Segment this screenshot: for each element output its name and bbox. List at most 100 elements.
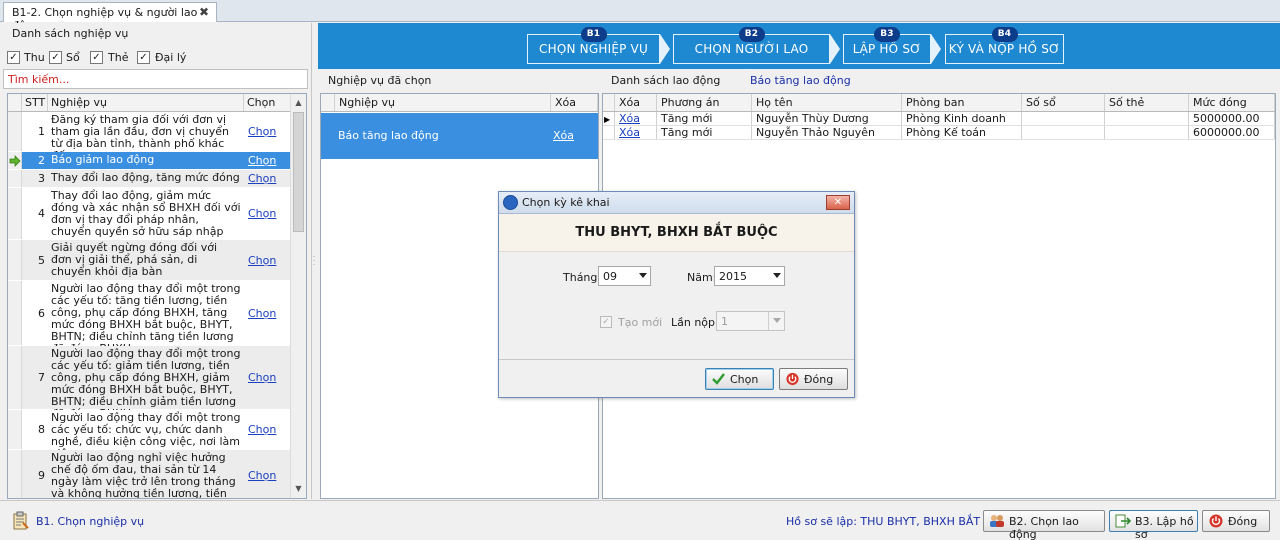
dialog-titlebar[interactable]: Chọn kỳ kê khai ✕ <box>499 192 854 214</box>
b3-lap-ho-so-button[interactable]: B3. Lập hồ sơ <box>1109 510 1198 540</box>
step-b2[interactable]: B2 CHỌN NGƯỜI LAO ĐỘNG <box>673 27 830 84</box>
clipboard-icon <box>13 511 29 530</box>
step-badge: B4 <box>991 27 1018 42</box>
chon-link[interactable]: Chọn <box>244 281 292 345</box>
filter-thu-checkbox[interactable]: ✓ <box>7 51 20 64</box>
column-header-xoa[interactable]: Xóa <box>615 94 657 111</box>
scroll-down-icon[interactable]: ▼ <box>291 482 306 496</box>
row-indicator <box>8 346 22 409</box>
xoa-link[interactable]: Xóa <box>615 112 657 125</box>
chon-ky-ke-khai-dialog: Chọn kỳ kê khai ✕ THU BHYT, BHXH BẮT BUỘ… <box>498 191 855 398</box>
column-header-nghiep-vu[interactable]: Nghiệp vụ <box>48 94 244 111</box>
close-icon[interactable]: ✕ <box>826 195 850 210</box>
year-value: 2015 <box>719 270 747 283</box>
table-row[interactable]: 4 Thay đổi lao động, giảm mức đóng và xá… <box>8 188 292 240</box>
chon-link[interactable]: Chọn <box>244 240 292 280</box>
close-button[interactable]: Đóng <box>1202 510 1270 532</box>
tao-moi-label: Tạo mới <box>618 316 663 329</box>
table-row[interactable]: 6 Người lao động thay đổi một trong các … <box>8 281 292 355</box>
button-label: Đóng <box>804 373 834 386</box>
chon-link[interactable]: Chọn <box>244 188 292 239</box>
cell-ho-ten: Nguyễn Thùy Dương <box>752 112 902 125</box>
table-row[interactable]: 2 Báo giảm lao động Chọn <box>8 152 292 170</box>
row-stt: 9 <box>38 469 45 482</box>
scroll-thumb[interactable] <box>293 112 304 232</box>
year-select[interactable]: 2015 <box>714 266 785 286</box>
column-header-so-so[interactable]: Số sổ <box>1022 94 1105 111</box>
step-arrow-icon <box>660 34 670 64</box>
column-header-nghiep-vu[interactable]: Nghiệp vụ <box>335 94 551 111</box>
row-indicator <box>8 410 22 449</box>
cell-muc-dong: 6000000.00 <box>1189 126 1275 139</box>
cell-so-the <box>1105 126 1189 139</box>
tao-moi-checkbox[interactable]: ✓ <box>600 316 612 328</box>
tab-bar: B1-2. Chọn nghiệp vụ & người lao động ✖ <box>0 0 1280 32</box>
column-header-ho-ten[interactable]: Họ tên <box>752 94 902 111</box>
row-stt: 6 <box>38 306 45 320</box>
vertical-scrollbar[interactable]: ▲ ▼ <box>290 94 306 498</box>
filter-daily-checkbox[interactable]: ✓ <box>137 51 150 64</box>
column-header-xoa[interactable]: Xóa <box>551 94 598 111</box>
table-row[interactable]: 3 Thay đổi lao động, tăng mức đóng Chọn <box>8 170 292 188</box>
month-select[interactable]: 09 <box>598 266 651 286</box>
table-row[interactable]: 9 Người lao động nghỉ việc hưởng chế độ … <box>8 450 292 499</box>
step-arrow-icon <box>931 34 941 64</box>
column-header-muc-dong[interactable]: Mức đóng <box>1189 94 1275 111</box>
close-icon[interactable]: ✖ <box>199 5 209 19</box>
step-b3[interactable]: B3 LẬP HỒ SƠ <box>843 27 931 64</box>
month-value: 09 <box>603 270 617 283</box>
xoa-link[interactable]: Xóa <box>553 129 574 142</box>
lan-nop-label: Lần nộp: <box>671 316 719 329</box>
chon-link[interactable]: Chọn <box>244 450 292 498</box>
table-row[interactable]: 8 Người lao động thay đổi một trong các … <box>8 410 292 460</box>
xoa-link[interactable]: Xóa <box>615 126 657 139</box>
table-row[interactable]: ▶ Xóa Tăng mới Nguyễn Thùy Dương Phòng K… <box>603 112 1275 126</box>
cell-phong-ban: Phòng Kinh doanh <box>902 112 1022 125</box>
filter-so-label: Sổ <box>66 51 80 64</box>
cell-ho-ten: Nguyễn Thảo Nguyên <box>752 126 902 139</box>
chon-link[interactable]: Chọn <box>244 152 292 169</box>
step-bar: B1 CHỌN NGHIỆP VỤ B2 CHỌN NGƯỜI LAO ĐỘNG… <box>318 23 1280 84</box>
column-header-phong-ban[interactable]: Phòng ban <box>902 94 1022 111</box>
chon-link[interactable]: Chọn <box>244 346 292 409</box>
row-nghiep-vu: Người lao động nghỉ việc hưởng chế độ ốm… <box>51 451 236 499</box>
filter-the-checkbox[interactable]: ✓ <box>90 51 103 64</box>
chon-button[interactable]: Chọn <box>705 368 774 390</box>
nghiep-vu-grid: STT Nghiệp vụ Chọn 1 Đăng ký tham gia đố… <box>7 93 307 499</box>
year-label: Năm: <box>687 271 717 284</box>
step-badge: B3 <box>874 27 900 42</box>
column-header-stt[interactable]: STT <box>22 94 48 111</box>
chevron-down-icon <box>773 273 781 278</box>
table-row[interactable]: 1 Đăng ký tham gia đối với đơn vị tham g… <box>8 112 292 162</box>
chon-link[interactable]: Chọn <box>244 410 292 449</box>
table-row[interactable]: Xóa Tăng mới Nguyễn Thảo Nguyên Phòng Kế… <box>603 126 1275 140</box>
b2-chon-lao-dong-button[interactable]: B2. Chọn lao động <box>983 510 1105 540</box>
search-input[interactable]: Tìm kiếm... <box>3 69 308 89</box>
button-label: Chọn <box>730 373 759 386</box>
dong-button[interactable]: Đóng <box>779 368 848 390</box>
row-nghiep-vu: Người lao động thay đổi một trong các yế… <box>51 282 241 355</box>
table-row[interactable]: Báo tăng lao động Xóa <box>321 113 598 159</box>
tab-chon-nghiep-vu[interactable]: B1-2. Chọn nghiệp vụ & người lao động ✖ <box>3 2 217 32</box>
table-row[interactable]: 5 Giải quyết ngừng đóng đối với đơn vị g… <box>8 240 292 281</box>
chon-link[interactable]: Chọn <box>244 170 292 187</box>
column-header-chon[interactable]: Chọn <box>244 94 292 111</box>
column-header-so-the[interactable]: Số thẻ <box>1105 94 1189 111</box>
row-indicator <box>8 152 22 169</box>
chon-link[interactable]: Chọn <box>244 112 292 151</box>
lan-nop-select[interactable]: 1 <box>716 311 785 331</box>
row-indicator <box>8 170 22 187</box>
filter-so-checkbox[interactable]: ✓ <box>49 51 62 64</box>
splitter-handle[interactable]: · · · <box>313 254 317 269</box>
step-b4[interactable]: B4 KÝ VÀ NỘP HỒ SƠ <box>945 27 1064 64</box>
filter-the-label: Thẻ <box>108 51 129 64</box>
current-step-label: B1. Chọn nghiệp vụ <box>36 515 145 528</box>
scroll-up-icon[interactable]: ▲ <box>291 96 306 110</box>
step-label: LẬP HỒ SƠ <box>852 42 922 56</box>
grid-header: Nghiệp vụ Xóa <box>321 94 598 112</box>
row-nghiep-vu: Đăng ký tham gia đối với đơn vị tham gia… <box>51 113 229 162</box>
cell-phuong-an: Tăng mới <box>657 112 752 125</box>
step-b1[interactable]: B1 CHỌN NGHIỆP VỤ <box>527 27 660 64</box>
column-header-phuong-an[interactable]: Phương án <box>657 94 752 111</box>
table-row[interactable]: 7 Người lao động thay đổi một trong các … <box>8 346 292 420</box>
